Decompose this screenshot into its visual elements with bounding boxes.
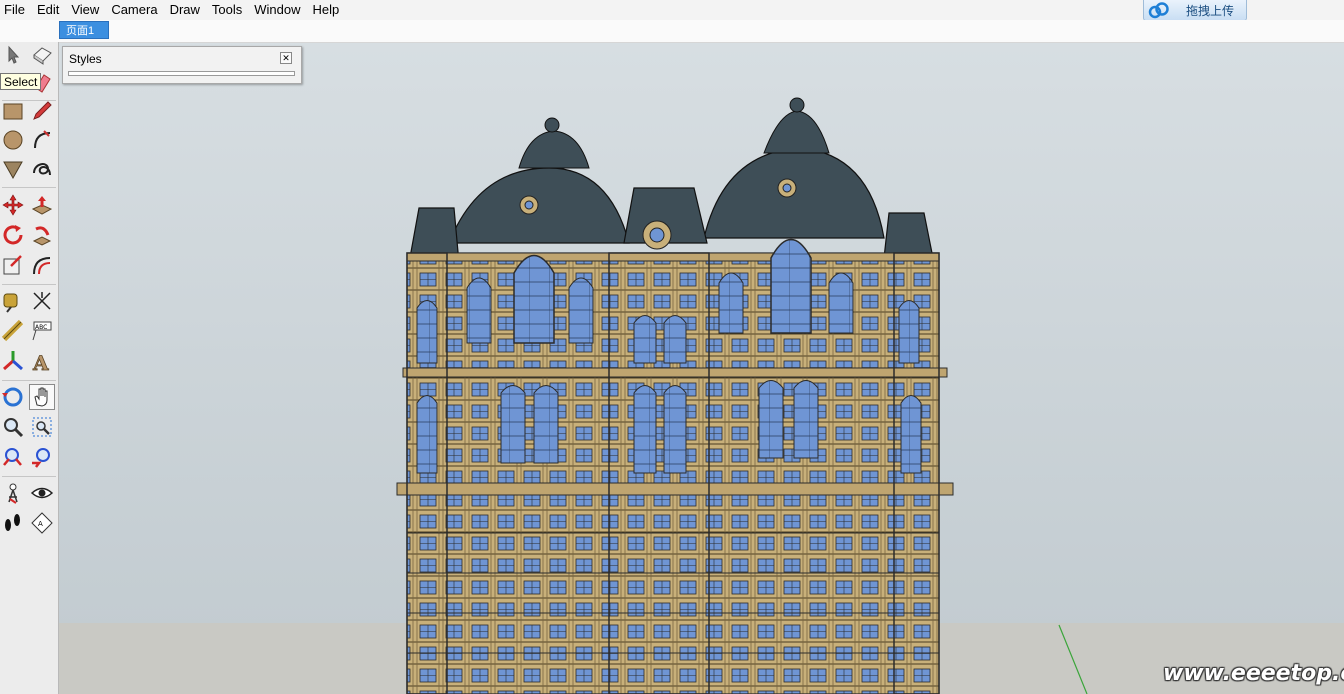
scene-tab[interactable]: 页面1 xyxy=(59,21,109,39)
svg-text:ABC: ABC xyxy=(35,324,47,331)
rotate-icon[interactable] xyxy=(0,222,26,248)
menu-window[interactable]: Window xyxy=(248,0,306,20)
toolbar-separator xyxy=(2,476,56,477)
model-viewport[interactable]: www.eeeetop.com xyxy=(59,43,1344,694)
toolbar-separator xyxy=(2,380,56,381)
menu-view[interactable]: View xyxy=(65,0,105,20)
building-model xyxy=(396,97,954,694)
menu-camera[interactable]: Camera xyxy=(105,0,163,20)
large-tool-set: ABC A A xyxy=(0,42,59,694)
zoom-extents-icon[interactable] xyxy=(0,444,26,470)
toolbar-separator xyxy=(2,187,56,188)
freehand-icon[interactable] xyxy=(29,156,55,182)
toolbar-separator xyxy=(2,284,56,285)
zoom-icon[interactable] xyxy=(0,414,26,440)
push-pull-icon[interactable] xyxy=(29,192,55,218)
styles-panel-collapsed-body xyxy=(68,71,295,76)
scale-icon[interactable] xyxy=(0,252,26,278)
walk-icon[interactable] xyxy=(0,510,26,536)
svg-text:A: A xyxy=(32,351,49,373)
scene-tab-strip: 页面1 xyxy=(0,20,1344,43)
site-watermark: www.eeeetop.com xyxy=(1163,661,1344,686)
upload-label: 拖拽上传 xyxy=(1186,3,1235,18)
cloud-icon xyxy=(1148,1,1169,18)
close-icon[interactable]: ✕ xyxy=(280,52,292,64)
axes-icon[interactable] xyxy=(0,348,26,374)
styles-panel[interactable]: Styles ✕ xyxy=(62,46,302,84)
make-component-icon[interactable] xyxy=(29,42,55,68)
select-arrow-icon[interactable] xyxy=(0,42,26,68)
offset-icon[interactable] xyxy=(29,252,55,278)
zoom-window-icon[interactable] xyxy=(29,414,55,440)
pencil-icon[interactable] xyxy=(29,98,55,124)
upload-button[interactable]: 拖拽上传 xyxy=(1143,0,1247,21)
protractor-icon[interactable] xyxy=(0,318,26,344)
styles-panel-title: Styles xyxy=(69,52,102,66)
menu-draw[interactable]: Draw xyxy=(164,0,206,20)
3d-text-icon[interactable]: A xyxy=(29,348,55,374)
menu-help[interactable]: Help xyxy=(307,0,346,20)
move-icon[interactable] xyxy=(0,192,26,218)
arc-icon[interactable] xyxy=(29,127,55,153)
pan-icon[interactable] xyxy=(29,384,55,410)
follow-me-icon[interactable] xyxy=(29,222,55,248)
menu-edit[interactable]: Edit xyxy=(31,0,65,20)
select-tooltip: Select xyxy=(0,73,42,90)
section-plane-icon[interactable]: A xyxy=(29,510,55,536)
tape-measure-icon[interactable] xyxy=(0,288,26,314)
svg-text:A: A xyxy=(38,520,43,528)
previous-view-icon[interactable] xyxy=(29,444,55,470)
dimension-icon[interactable] xyxy=(29,288,55,314)
menu-file[interactable]: File xyxy=(0,0,31,20)
position-camera-icon[interactable] xyxy=(0,480,26,506)
orbit-icon[interactable] xyxy=(0,384,26,410)
look-around-icon[interactable] xyxy=(29,480,55,506)
circle-icon[interactable] xyxy=(0,127,26,153)
rectangle-icon[interactable] xyxy=(0,98,26,124)
polygon-icon[interactable] xyxy=(0,156,26,182)
text-icon[interactable]: ABC xyxy=(29,318,55,344)
menu-tools[interactable]: Tools xyxy=(206,0,248,20)
